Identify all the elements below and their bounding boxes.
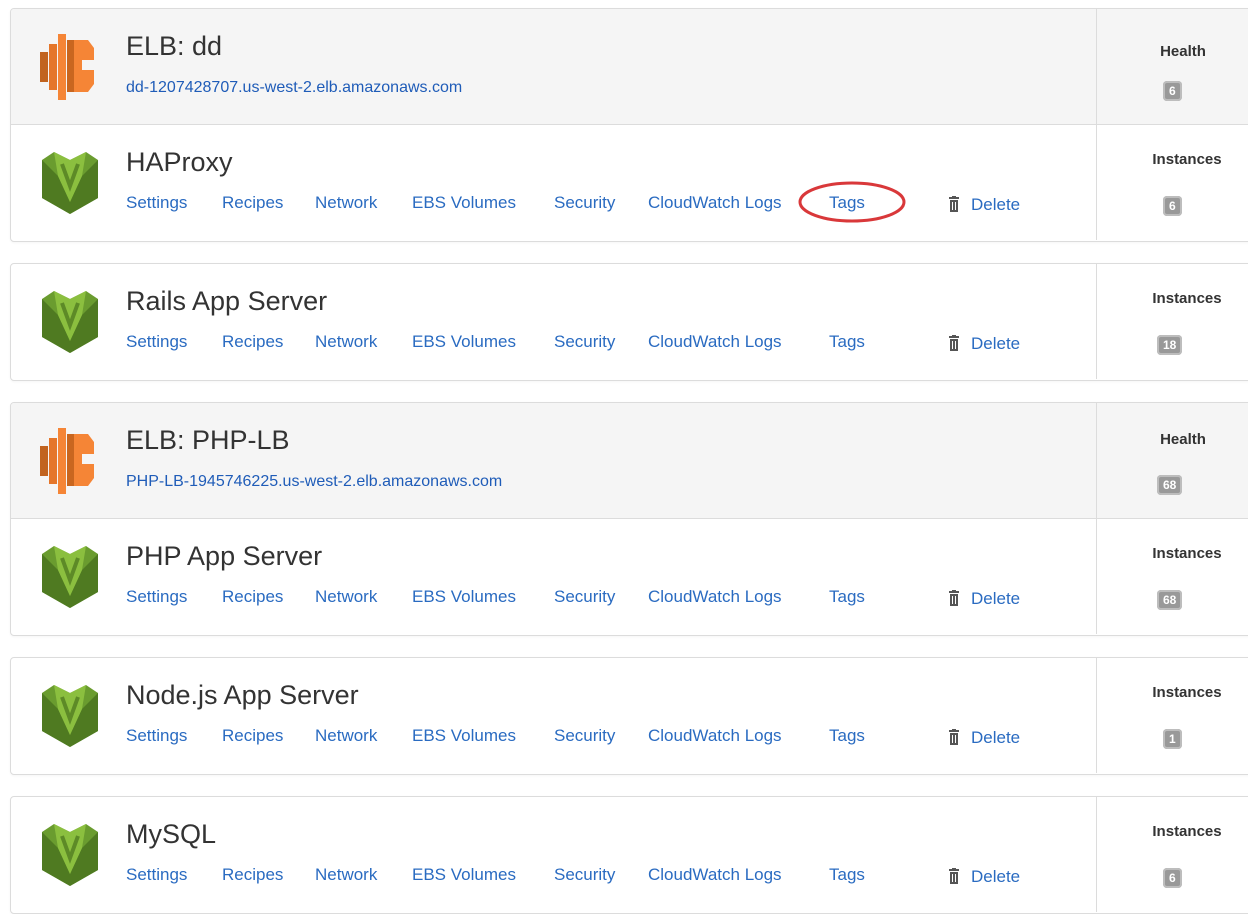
instances-badge[interactable]: 1 [1163,729,1182,749]
cloudwatch-logs-link[interactable]: CloudWatch Logs [648,332,782,352]
network-link[interactable]: Network [315,865,377,885]
layer-row-node: Node.js App Server Settings Recipes Netw… [11,658,1248,773]
ebs-volumes-link[interactable]: EBS Volumes [412,865,516,885]
delete-link[interactable]: Delete [949,867,1020,887]
elb-title: ELB: dd [126,31,223,61]
delete-label: Delete [971,334,1021,353]
layer-title: Node.js App Server [126,680,359,710]
instances-badge[interactable]: 6 [1163,868,1182,888]
elb-icon [40,428,94,494]
network-link[interactable]: Network [315,193,377,213]
health-label: Health [1160,431,1206,448]
ebs-volumes-link[interactable]: EBS Volumes [412,726,516,746]
health-badge[interactable]: 6 [1163,81,1182,101]
settings-link[interactable]: Settings [126,332,187,352]
opsworks-layer-icon [42,152,98,214]
delete-label: Delete [971,195,1021,214]
cloudwatch-logs-link[interactable]: CloudWatch Logs [648,193,782,213]
delete-link[interactable]: Delete [949,334,1020,354]
delete-link[interactable]: Delete [949,728,1020,748]
layer-row-php: PHP App Server Settings Recipes Network … [11,519,1248,634]
recipes-link[interactable]: Recipes [222,332,283,352]
tags-link[interactable]: Tags [829,865,865,885]
layer-row-haproxy: HAProxy Settings Recipes Network EBS Vol… [11,125,1248,240]
security-link[interactable]: Security [554,726,615,746]
cloudwatch-logs-link[interactable]: CloudWatch Logs [648,726,782,746]
instances-column: Instances 6 [1096,125,1248,240]
tags-link[interactable]: Tags [829,332,865,352]
elb-dns-link[interactable]: PHP-LB-1945746225.us-west-2.elb.amazonaw… [126,473,502,491]
trash-icon [949,590,959,606]
instances-column: Instances 18 [1096,264,1248,379]
layer-panel-rails: Rails App Server Settings Recipes Networ… [10,263,1248,381]
trash-icon [949,729,959,745]
instances-column: Instances 68 [1096,519,1248,634]
settings-link[interactable]: Settings [126,726,187,746]
security-link[interactable]: Security [554,865,615,885]
layer-title: MySQL [126,819,217,849]
tags-link[interactable]: Tags [829,587,865,607]
opsworks-layer-icon [42,546,98,608]
opsworks-layer-icon [42,291,98,353]
instances-badge[interactable]: 68 [1157,590,1183,610]
security-link[interactable]: Security [554,332,615,352]
tags-link[interactable]: Tags [829,193,865,213]
instances-label: Instances [1152,290,1222,307]
delete-label: Delete [971,589,1021,608]
instances-badge[interactable]: 18 [1157,335,1183,355]
health-label: Health [1160,43,1206,60]
cloudwatch-logs-link[interactable]: CloudWatch Logs [648,587,782,607]
opsworks-layer-icon [42,824,98,886]
health-column: Health 68 [1096,403,1248,518]
health-badge[interactable]: 68 [1157,475,1183,495]
ebs-volumes-link[interactable]: EBS Volumes [412,587,516,607]
network-link[interactable]: Network [315,587,377,607]
layer-panel-mysql: MySQL Settings Recipes Network EBS Volum… [10,796,1248,914]
opsworks-layer-icon [42,685,98,747]
network-link[interactable]: Network [315,332,377,352]
ebs-volumes-link[interactable]: EBS Volumes [412,193,516,213]
delete-label: Delete [971,867,1021,886]
instances-column: Instances 1 [1096,658,1248,773]
settings-link[interactable]: Settings [126,865,187,885]
cloudwatch-logs-link[interactable]: CloudWatch Logs [648,865,782,885]
layer-panel-haproxy: ELB: dd dd-1207428707.us-west-2.elb.amaz… [10,8,1248,242]
instances-label: Instances [1152,545,1222,562]
recipes-link[interactable]: Recipes [222,587,283,607]
settings-link[interactable]: Settings [126,587,187,607]
settings-link[interactable]: Settings [126,193,187,213]
layer-panel-node: Node.js App Server Settings Recipes Netw… [10,657,1248,775]
instances-badge[interactable]: 6 [1163,196,1182,216]
trash-icon [949,335,959,351]
security-link[interactable]: Security [554,193,615,213]
health-column: Health 6 [1096,9,1248,124]
trash-icon [949,196,959,212]
instances-label: Instances [1152,151,1222,168]
trash-icon [949,868,959,884]
recipes-link[interactable]: Recipes [222,193,283,213]
layer-title: PHP App Server [126,541,323,571]
recipes-link[interactable]: Recipes [222,865,283,885]
tags-link[interactable]: Tags [829,726,865,746]
instances-label: Instances [1152,823,1222,840]
elb-icon [40,34,94,100]
delete-link[interactable]: Delete [949,589,1020,609]
security-link[interactable]: Security [554,587,615,607]
layer-panel-php: ELB: PHP-LB PHP-LB-1945746225.us-west-2.… [10,402,1248,636]
layer-title: Rails App Server [126,286,328,316]
ebs-volumes-link[interactable]: EBS Volumes [412,332,516,352]
delete-link[interactable]: Delete [949,195,1020,215]
instances-label: Instances [1152,684,1222,701]
instances-column: Instances 6 [1096,797,1248,912]
recipes-link[interactable]: Recipes [222,726,283,746]
layer-title: HAProxy [126,147,233,177]
elb-row-php: ELB: PHP-LB PHP-LB-1945746225.us-west-2.… [11,403,1248,519]
elb-row-dd: ELB: dd dd-1207428707.us-west-2.elb.amaz… [11,9,1248,125]
layer-row-rails: Rails App Server Settings Recipes Networ… [11,264,1248,379]
elb-dns-link[interactable]: dd-1207428707.us-west-2.elb.amazonaws.co… [126,79,462,97]
layer-row-mysql: MySQL Settings Recipes Network EBS Volum… [11,797,1248,912]
network-link[interactable]: Network [315,726,377,746]
delete-label: Delete [971,728,1021,747]
elb-title: ELB: PHP-LB [126,425,290,455]
